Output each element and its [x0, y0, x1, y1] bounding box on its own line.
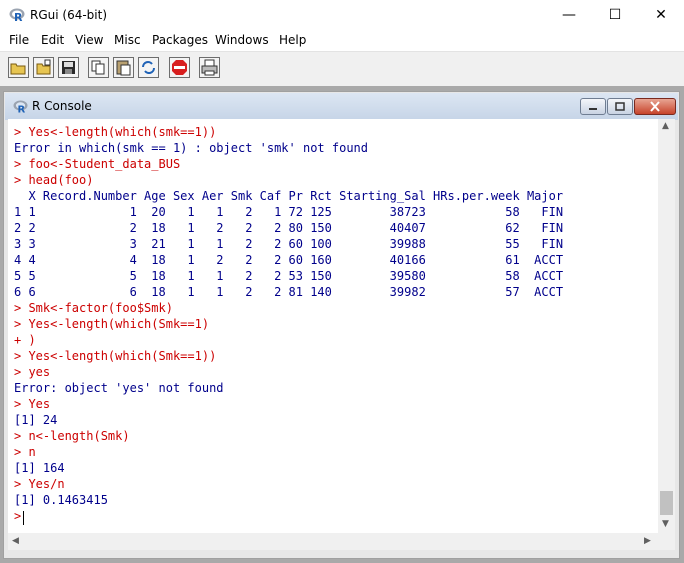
console-command-line: > foo<-Student_data_BUS: [14, 157, 181, 171]
console-command-line: > head(foo): [14, 173, 94, 187]
close-button[interactable]: ✕: [638, 0, 684, 31]
menu-help[interactable]: Help: [279, 33, 306, 47]
console-output-line: [1] 0.1463415: [14, 493, 108, 507]
console-command-line: > Yes/n: [14, 477, 65, 491]
console-output-line: [1] 164: [14, 461, 65, 475]
console-output-line: [1] 24: [14, 413, 58, 427]
scroll-down-icon[interactable]: ▼: [662, 519, 669, 529]
console-output-line: 3 3 3 21 1 1 2 2 60 100 39988 55 FIN: [14, 237, 564, 251]
menu-windows[interactable]: Windows: [215, 33, 269, 47]
console-output-line: Error: object 'yes' not found: [14, 381, 224, 395]
console-command-line: > Smk<-factor(foo$Smk): [14, 301, 173, 315]
app-titlebar: R RGui (64-bit) — ☐ ✕: [0, 0, 684, 31]
console-minimize-button[interactable]: [580, 98, 606, 115]
console-command-line: > Yes: [14, 397, 51, 411]
vertical-scroll-thumb[interactable]: [660, 491, 673, 515]
maximize-button[interactable]: ☐: [592, 0, 638, 31]
save-icon[interactable]: [58, 57, 79, 78]
console-command-line: > Yes<-length(which(Smk==1)): [14, 349, 217, 363]
r-logo-icon: R: [13, 100, 28, 113]
scrollbar-corner: [658, 533, 675, 550]
scroll-left-icon[interactable]: ◀: [12, 536, 19, 546]
menu-view[interactable]: View: [75, 33, 103, 47]
window-title: RGui (64-bit): [30, 8, 108, 22]
console-command-line: + ): [14, 333, 36, 347]
vertical-scrollbar[interactable]: ▲ ▼: [658, 119, 675, 533]
copy-icon[interactable]: [88, 57, 109, 78]
scroll-up-icon[interactable]: ▲: [662, 121, 669, 131]
console-title: R Console: [32, 99, 92, 113]
svg-text:R: R: [18, 105, 26, 114]
svg-text:R: R: [14, 11, 23, 22]
print-icon[interactable]: [199, 57, 220, 78]
console-output-line: 2 2 2 18 1 2 2 2 80 150 40407 62 FIN: [14, 221, 564, 235]
menu-file[interactable]: File: [9, 33, 29, 47]
console-output-line: Error in which(smk == 1) : object 'smk' …: [14, 141, 369, 155]
console-command-line: >: [14, 509, 29, 523]
console-close-button[interactable]: [634, 98, 676, 115]
console-command-line: > n<-length(Smk): [14, 429, 130, 443]
scroll-right-icon[interactable]: ▶: [644, 536, 651, 546]
r-logo-icon: R: [9, 8, 25, 22]
menu-packages[interactable]: Packages: [152, 33, 208, 47]
horizontal-scrollbar[interactable]: ◀ ▶: [8, 533, 658, 550]
console-output-line: 4 4 4 18 1 2 2 2 60 160 40166 61 ACCT: [14, 253, 564, 267]
text-cursor: [23, 511, 24, 525]
console-restore-button[interactable]: [607, 98, 633, 115]
console-command-line: > yes: [14, 365, 51, 379]
console-output[interactable]: > Yes<-length(which(smk==1)) Error in whi…: [8, 119, 658, 533]
paste-icon[interactable]: [113, 57, 134, 78]
console-output-line: 6 6 6 18 1 1 2 2 81 140 39982 57 ACCT: [14, 285, 564, 299]
console-command-line: > n: [14, 445, 36, 459]
console-output-line: 1 1 1 20 1 1 2 1 72 125 38723 58 FIN: [14, 205, 564, 219]
load-workspace-icon[interactable]: [33, 57, 54, 78]
menu-bar: File Edit View Misc Packages Windows Hel…: [0, 31, 684, 51]
console-command-line: > Yes<-length(which(smk==1)): [14, 125, 217, 139]
stop-icon[interactable]: [169, 57, 190, 78]
console-titlebar: R R Console: [5, 93, 678, 120]
menu-edit[interactable]: Edit: [41, 33, 64, 47]
toolbar: [0, 51, 684, 86]
open-script-icon[interactable]: [8, 57, 29, 78]
console-output-line: X Record.Number Age Sex Aer Smk Caf Pr R…: [14, 189, 564, 203]
console-command-line: > Yes<-length(which(Smk==1): [14, 317, 210, 331]
minimize-button[interactable]: —: [546, 0, 592, 31]
copy-paste-icon[interactable]: [138, 57, 159, 78]
console-output-line: 5 5 5 18 1 1 2 2 53 150 39580 58 ACCT: [14, 269, 564, 283]
menu-misc[interactable]: Misc: [114, 33, 141, 47]
